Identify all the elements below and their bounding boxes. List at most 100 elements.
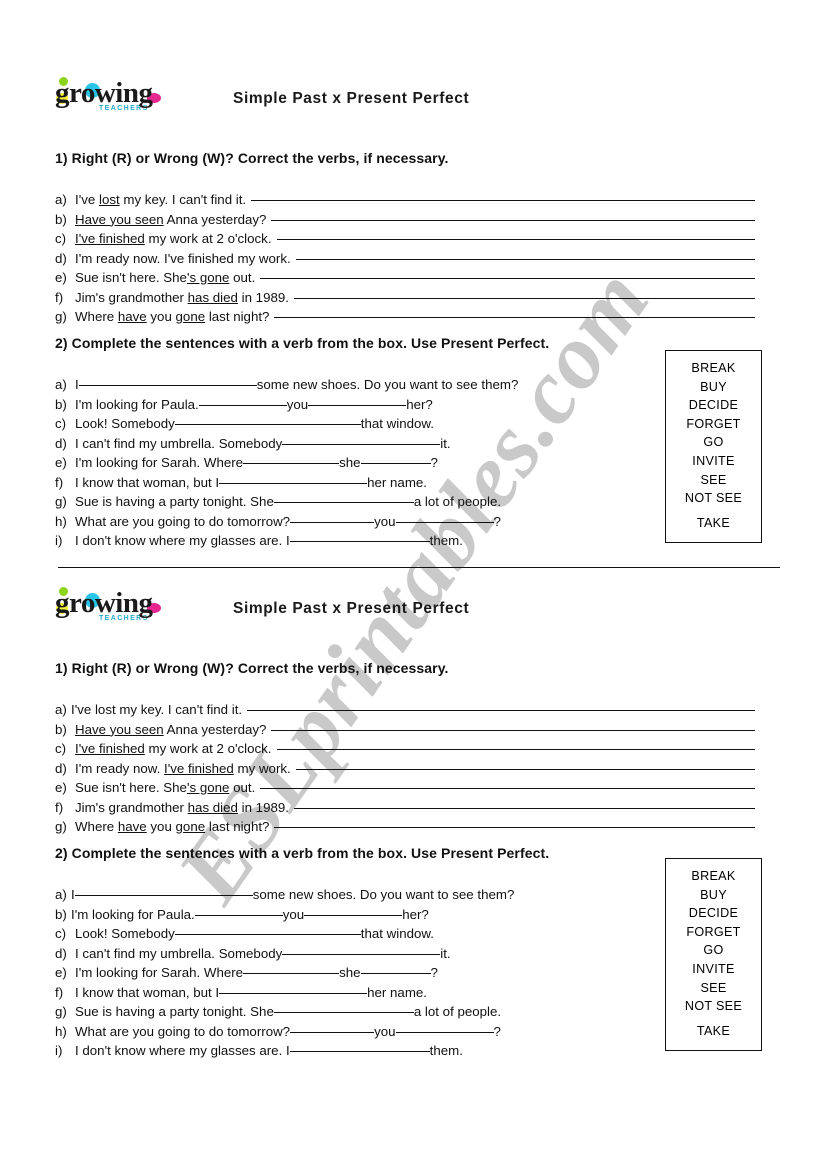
answer-line[interactable] — [260, 788, 755, 789]
answer-line[interactable] — [295, 768, 755, 770]
answer-line[interactable] — [274, 827, 755, 828]
item-text-part: her name. — [367, 474, 427, 490]
answer-line[interactable] — [251, 200, 755, 201]
item-label: i) — [55, 1043, 63, 1058]
item-text-part: she — [339, 965, 361, 980]
item-text: Jim's grandmother has died in 1989. — [75, 799, 289, 815]
answer-blank[interactable] — [290, 1022, 375, 1033]
answer-blank[interactable] — [219, 473, 368, 484]
table-row: a) I've lost my key. I can't find it. — [55, 700, 755, 720]
answer-line[interactable] — [271, 729, 755, 731]
item-text: I've finished my work at 2 o'clock. — [75, 741, 272, 756]
answer-blank[interactable] — [360, 453, 431, 464]
item-text-part: some new shoes. Do you want to see them? — [256, 377, 519, 392]
item-label: e) — [55, 965, 67, 980]
word-box-item: BUY — [700, 887, 727, 902]
answer-blank[interactable] — [194, 905, 283, 916]
logo-growing-teachers: growing TEACHERS — [55, 77, 173, 120]
item-label: b) — [55, 906, 67, 922]
item-text-part: ? — [430, 455, 438, 470]
answer-blank[interactable] — [243, 453, 340, 464]
item-label: e) — [55, 270, 67, 285]
answer-line[interactable] — [271, 219, 755, 221]
answer-blank[interactable] — [74, 885, 253, 896]
answer-blank[interactable] — [289, 1041, 430, 1052]
answer-blank[interactable] — [308, 395, 407, 406]
item-text-part: her? — [402, 906, 429, 922]
item-label: i) — [55, 533, 63, 548]
item-text-part: I know that woman, but I — [75, 984, 220, 1000]
answer-line[interactable] — [247, 710, 755, 711]
answer-line[interactable] — [276, 749, 755, 750]
answer-line[interactable] — [274, 317, 755, 318]
item-text-part: ? — [493, 1023, 501, 1039]
item-text: I'm ready now. I've finished my work. — [75, 250, 291, 266]
answer-line[interactable] — [276, 239, 755, 240]
item-text: I've finished my work at 2 o'clock. — [75, 231, 272, 246]
answer-blank[interactable] — [198, 395, 287, 406]
item-label: a) — [55, 702, 67, 717]
answer-blank[interactable] — [360, 963, 431, 974]
answer-blank[interactable] — [273, 492, 414, 503]
item-text-part: Sue is having a party tonight. She — [75, 1004, 274, 1019]
exercise-1-items-top: a) I've lost my key. I can't find it. b)… — [55, 190, 755, 327]
item-text-part: a lot of people. — [413, 1004, 502, 1019]
answer-line[interactable] — [293, 807, 755, 809]
item-text-part: I'm looking for Paula. — [75, 396, 199, 412]
item-label: b) — [55, 211, 67, 227]
word-box-item: NOT SEE — [684, 491, 743, 506]
answer-blank[interactable] — [282, 944, 441, 955]
word-box-item: INVITE — [692, 453, 735, 468]
item-text: I've lost my key. I can't find it. — [75, 192, 247, 207]
item-text-part: that window. — [360, 416, 434, 431]
answer-line[interactable] — [260, 278, 755, 279]
header-bottom: growing TEACHERS Simple Past x Present P… — [55, 587, 775, 630]
answer-blank[interactable] — [282, 434, 441, 445]
answer-blank[interactable] — [289, 531, 430, 542]
item-text-part: What are you going to do tomorrow? — [75, 513, 291, 529]
table-row: g) Where have you gone last night? — [55, 817, 755, 837]
item-label: d) — [55, 435, 67, 451]
answer-blank[interactable] — [395, 512, 494, 523]
table-row: d) I'm ready now. I've finished my work. — [55, 249, 755, 269]
table-row: f) Jim's grandmother has died in 1989. — [55, 798, 755, 818]
logo-wordmark: growing — [55, 77, 161, 108]
answer-blank[interactable] — [174, 414, 361, 425]
item-label: g) — [55, 309, 67, 324]
item-text: Have you seen Anna yesterday? — [75, 721, 267, 737]
word-box-item: BREAK — [691, 361, 736, 375]
answer-blank[interactable] — [304, 905, 403, 916]
item-text-part: them. — [429, 533, 463, 548]
item-text: I'm ready now. I've finished my work. — [75, 760, 291, 776]
item-text-part: her name. — [367, 984, 427, 1000]
item-label: c) — [55, 231, 67, 246]
item-label: h) — [55, 1023, 67, 1039]
answer-blank[interactable] — [273, 1002, 414, 1013]
answer-blank[interactable] — [219, 983, 368, 994]
item-label: f) — [55, 474, 64, 490]
answer-line[interactable] — [293, 297, 755, 299]
answer-blank[interactable] — [395, 1022, 494, 1033]
item-text-part: I can't find my umbrella. Somebody — [75, 435, 283, 451]
item-label: d) — [55, 945, 67, 961]
answer-blank[interactable] — [290, 512, 375, 523]
item-text-part: I'm looking for Paula. — [71, 906, 195, 922]
answer-blank[interactable] — [174, 924, 361, 935]
word-box-item: GO — [703, 943, 724, 958]
word-box-item: SEE — [700, 472, 727, 487]
answer-blank[interactable] — [243, 963, 340, 974]
answer-blank[interactable] — [78, 375, 257, 386]
item-text-part: Look! Somebody — [75, 416, 175, 431]
logo-growing-teachers: growing TEACHERS — [55, 587, 173, 630]
item-text-part: What are you going to do tomorrow? — [75, 1023, 291, 1039]
item-text-part: ? — [493, 513, 501, 529]
item-text-part: them. — [429, 1043, 463, 1058]
item-label: f) — [55, 799, 64, 815]
worksheet-page: ESLprintables.com growing TEACHERS Simpl… — [0, 0, 826, 1169]
item-label: e) — [55, 455, 67, 470]
item-text-part: ? — [430, 965, 438, 980]
word-box-item: FORGET — [686, 416, 741, 431]
word-box-item: INVITE — [692, 961, 735, 976]
answer-line[interactable] — [295, 258, 755, 260]
table-row: c) I've finished my work at 2 o'clock. — [55, 229, 755, 249]
